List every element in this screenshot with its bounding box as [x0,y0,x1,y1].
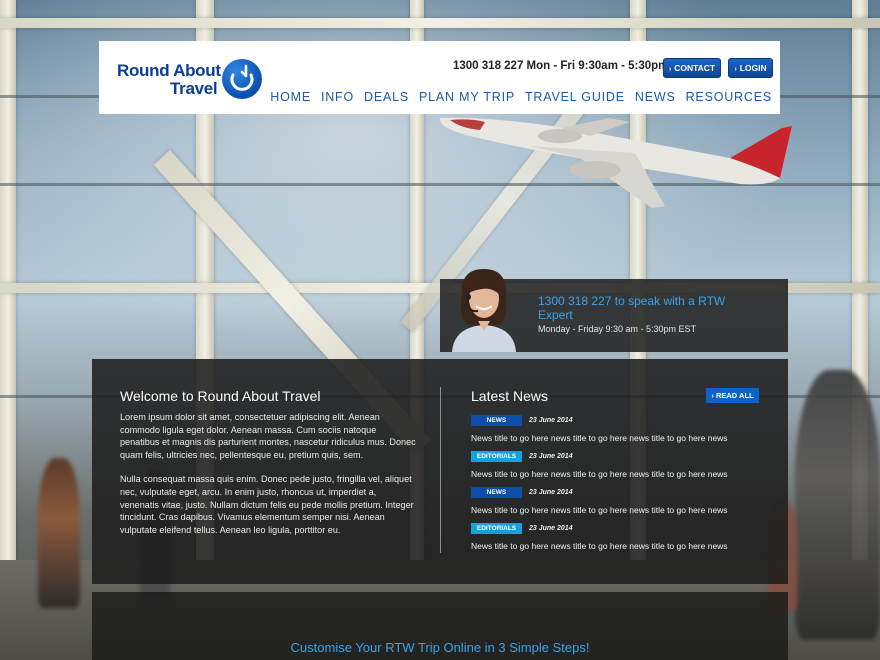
logo-circle-arrow-icon [222,59,262,99]
news-title-link[interactable]: News title to go here news title to go h… [471,469,761,479]
panel-divider [440,387,441,553]
welcome-paragraph: Nulla consequat massa quis enim. Donec p… [120,474,414,535]
nav-item-deals[interactable]: DEALS [364,90,409,104]
contact-button[interactable]: › CONTACT [663,58,721,78]
welcome-paragraph: Lorem ipsum dolor sit amet, consectetuer… [120,412,416,460]
call-centre-agent-photo [442,265,524,352]
news-date: 23 June 2014 [529,525,573,533]
rtw-expert-callout: 1300 318 227 to speak with a RTW Expert … [440,269,788,352]
nav-item-travel-guide[interactable]: TRAVEL GUIDE [525,90,625,104]
news-date: 23 June 2014 [529,417,573,425]
news-badge: NEWS [471,415,522,427]
editorials-badge: EDITORIALS [471,523,522,535]
news-item[interactable]: NEWS 23 June 2014 News title to go here n… [471,484,761,515]
expert-hours: Monday - Friday 9:30 am - 5:30pm EST [538,324,697,334]
expert-phone-line: 1300 318 227 to speak with a RTW Expert [538,294,726,322]
chevron-right-icon: › [668,66,672,73]
logo-text-line1: Round About [117,61,221,80]
news-item[interactable]: EDITORIALS 23 June 2014 News title to go … [471,448,761,479]
login-button-label: LOGIN [739,63,767,73]
nav-item-news[interactable]: NEWS [635,90,676,104]
airplane-illustration [439,117,792,208]
read-all-button[interactable]: › READ ALL [706,388,759,403]
welcome-heading: Welcome to Round About Travel [120,388,321,404]
nav-item-home[interactable]: HOME [270,90,311,104]
news-badge: NEWS [471,487,522,499]
contact-button-label: CONTACT [674,63,716,73]
nav-item-resources[interactable]: RESOURCES [686,90,772,104]
main-navigation: HOME INFO DEALS PLAN MY TRIP TRAVEL GUID… [270,90,772,104]
round-about-travel-logo[interactable]: Round About Travel [117,59,267,101]
news-title-link[interactable]: News title to go here news title to go h… [471,541,761,551]
site-header: Round About Travel 1300 318 227 Mon - Fr… [99,41,780,114]
logo-text-line2: Travel [170,79,218,98]
latest-news-heading: Latest News [471,388,549,404]
editorials-badge: EDITORIALS [471,451,522,463]
read-all-label: READ ALL [715,391,754,400]
blurred-traveller [38,458,80,608]
news-title-link[interactable]: News title to go here news title to go h… [471,505,761,515]
news-date: 23 June 2014 [529,489,573,497]
nav-item-plan-my-trip[interactable]: PLAN MY TRIP [419,90,515,104]
chevron-right-icon: › [734,66,737,73]
news-title-link[interactable]: News title to go here news title to go h… [471,433,761,443]
trip-steps-panel: Customise Your RTW Trip Online in 3 Simp… [92,592,788,660]
welcome-body: Lorem ipsum dolor sit amet, consectetuer… [120,411,416,536]
content-panel: Welcome to Round About Travel Lorem ipsu… [92,359,788,584]
news-item[interactable]: NEWS 23 June 2014 News title to go here n… [471,412,761,443]
blurred-traveller [795,370,880,640]
customise-trip-headline[interactable]: Customise Your RTW Trip Online in 3 Simp… [92,640,788,655]
header-phone-hours: 1300 318 227 Mon - Fri 9:30am - 5:30pm [453,60,669,72]
login-button[interactable]: › LOGIN [728,58,773,78]
news-item[interactable]: EDITORIALS 23 June 2014 News title to go … [471,520,761,551]
news-date: 23 June 2014 [529,453,573,461]
window-column [0,0,16,560]
nav-item-info[interactable]: INFO [321,90,354,104]
window-rail [0,18,880,28]
